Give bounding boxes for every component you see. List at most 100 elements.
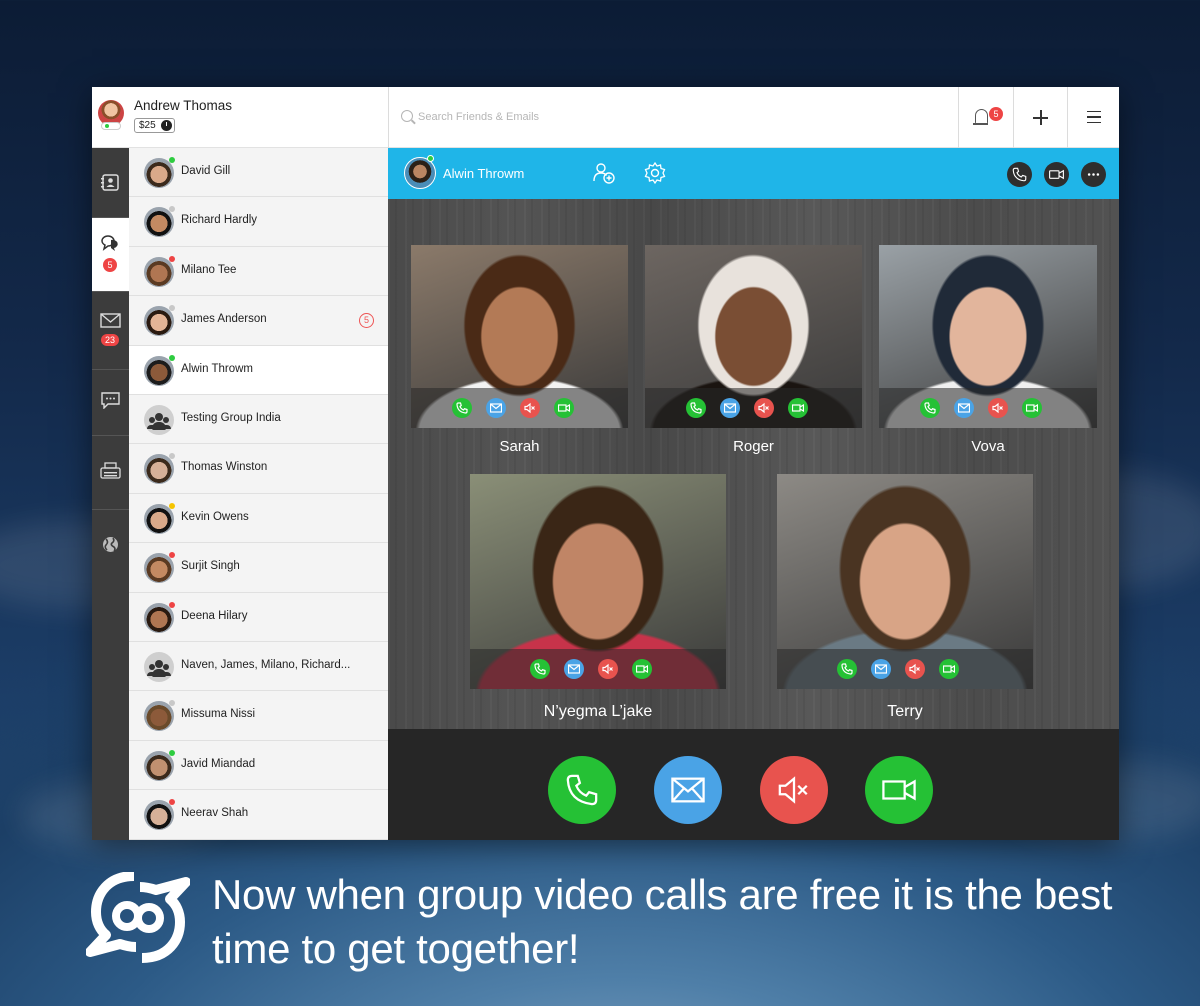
- more-options-button[interactable]: [1081, 162, 1106, 187]
- tile-call-button[interactable]: [530, 659, 550, 679]
- tile-message-button[interactable]: [719, 398, 740, 418]
- address-book-icon: [101, 174, 119, 191]
- tile-call-button[interactable]: [451, 398, 472, 418]
- phone-icon: [689, 402, 702, 414]
- video-camera-icon: [557, 404, 570, 412]
- tile-call-button[interactable]: [920, 398, 940, 418]
- contact-item[interactable]: Thomas Winston: [129, 444, 388, 494]
- contact-name: Deena Hilary: [181, 609, 248, 622]
- avatar: [144, 306, 174, 337]
- participant-controls: [470, 649, 726, 689]
- status-dot: [169, 502, 175, 509]
- tile-video-button[interactable]: [939, 659, 959, 679]
- user-name: Andrew Thomas: [134, 98, 233, 113]
- add-button[interactable]: [1013, 87, 1067, 148]
- contact-item[interactable]: Surjit Singh: [129, 543, 388, 593]
- rail-fax[interactable]: [92, 436, 129, 510]
- contact-name: Missuma Nissi: [181, 708, 256, 721]
- tile-message-button[interactable]: [564, 659, 584, 679]
- contact-item[interactable]: Kevin Owens: [129, 493, 388, 544]
- voice-call-button[interactable]: [1007, 162, 1032, 187]
- status-dot: [169, 206, 175, 213]
- rail-chats[interactable]: 5: [92, 218, 129, 292]
- unread-badge: 5: [359, 313, 374, 329]
- tile-call-button[interactable]: [837, 659, 857, 679]
- tile-video-button[interactable]: [1022, 398, 1042, 418]
- tile-video-button[interactable]: [632, 659, 652, 679]
- bell-icon: [973, 109, 988, 125]
- message-button[interactable]: [654, 756, 722, 824]
- contact-item[interactable]: Testing Group India: [129, 395, 388, 445]
- tile-mute-button[interactable]: [598, 659, 618, 679]
- chat-bubbles-icon: [101, 235, 118, 251]
- contact-item[interactable]: Javid Miandad: [129, 740, 388, 791]
- top-bar: Andrew Thomas $25 5: [92, 87, 1119, 148]
- mail-badge: 23: [101, 334, 119, 346]
- tile-video-button[interactable]: [787, 398, 808, 418]
- add-user-icon[interactable]: [592, 161, 616, 185]
- contact-item[interactable]: Missuma Nissi: [129, 691, 388, 741]
- participant-controls: [411, 388, 628, 428]
- tile-message-button[interactable]: [954, 398, 974, 418]
- phone-icon: [1012, 167, 1027, 182]
- speaker-mute-icon: [992, 402, 1003, 414]
- menu-button[interactable]: [1067, 87, 1119, 148]
- video-camera-icon: [943, 665, 955, 673]
- rail-messages[interactable]: [92, 370, 129, 436]
- contact-item[interactable]: Deena Hilary: [129, 592, 388, 642]
- mail-icon: [723, 403, 736, 413]
- search-input[interactable]: [418, 107, 938, 127]
- mail-icon: [671, 777, 705, 803]
- balance-badge[interactable]: $25: [134, 118, 175, 133]
- contact-item[interactable]: James Anderson 5: [129, 296, 388, 346]
- group-icon: [144, 652, 174, 682]
- contact-item[interactable]: Richard Hardly: [129, 197, 388, 247]
- participant-tile[interactable]: [411, 245, 628, 428]
- call-button[interactable]: [548, 756, 616, 824]
- participant-controls: [645, 388, 862, 428]
- video-camera-icon: [1026, 404, 1038, 412]
- contact-name: Naven, James, Milano, Richard...: [181, 659, 351, 671]
- contact-item[interactable]: Neerav Shah: [129, 790, 388, 840]
- video-camera-icon: [1049, 169, 1064, 180]
- video-call-button[interactable]: [1044, 162, 1069, 187]
- message-icon: [101, 392, 120, 409]
- contact-item[interactable]: Milano Tee: [129, 246, 388, 297]
- status-toggle[interactable]: [101, 122, 121, 130]
- tile-mute-button[interactable]: [988, 398, 1008, 418]
- online-status-dot: [427, 155, 434, 162]
- video-camera-icon: [791, 404, 804, 412]
- contact-item[interactable]: Alwin Throwm: [129, 345, 388, 395]
- contact-name: Thomas Winston: [181, 461, 268, 474]
- speaker-mute-icon: [909, 663, 920, 675]
- phone-icon: [455, 402, 468, 414]
- tile-mute-button[interactable]: [753, 398, 774, 418]
- tile-mute-button[interactable]: [519, 398, 540, 418]
- mail-icon: [875, 664, 887, 674]
- mute-button[interactable]: [760, 756, 828, 824]
- contact-name: Surjit Singh: [181, 560, 240, 573]
- speaker-mute-icon: [778, 776, 808, 804]
- participant-tile[interactable]: [645, 245, 862, 428]
- tile-message-button[interactable]: [485, 398, 506, 418]
- status-dot: [169, 552, 175, 559]
- participant-tile[interactable]: [777, 474, 1033, 689]
- group-icon: [144, 405, 174, 435]
- contact-item[interactable]: Naven, James, Milano, Richard...: [129, 642, 388, 692]
- participant-tile[interactable]: [470, 474, 726, 689]
- rail-contacts[interactable]: [92, 148, 129, 218]
- tile-message-button[interactable]: [871, 659, 891, 679]
- tile-mute-button[interactable]: [905, 659, 925, 679]
- gear-icon[interactable]: [643, 161, 667, 185]
- tile-video-button[interactable]: [553, 398, 574, 418]
- video-button[interactable]: [865, 756, 933, 824]
- rail-mail[interactable]: 23: [92, 292, 129, 370]
- status-dot: [169, 799, 175, 806]
- app-window: Andrew Thomas $25 5: [92, 87, 1119, 840]
- participant-tile[interactable]: [879, 245, 1097, 428]
- user-profile[interactable]: Andrew Thomas $25: [92, 87, 389, 148]
- rail-international[interactable]: [92, 510, 129, 586]
- mail-icon: [489, 403, 502, 413]
- tile-call-button[interactable]: [685, 398, 706, 418]
- contact-item[interactable]: David Gill: [129, 148, 388, 198]
